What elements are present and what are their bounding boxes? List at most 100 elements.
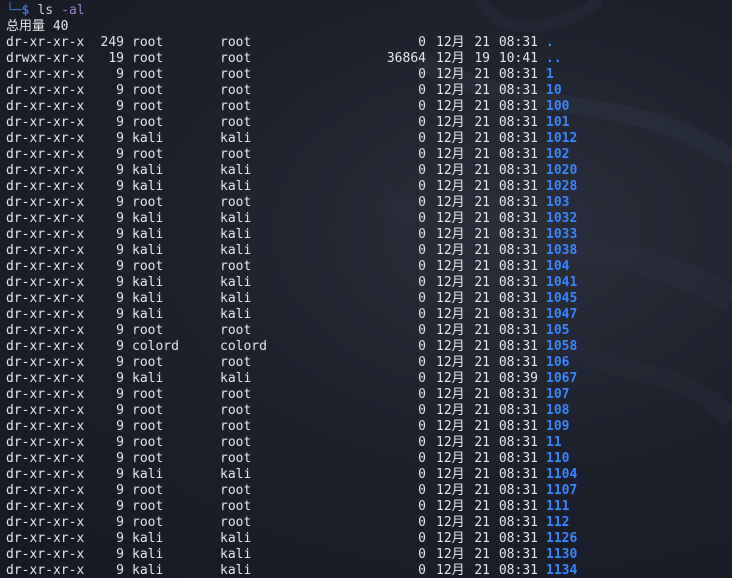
month: 12月 — [436, 99, 465, 114]
time: 08:31 — [498, 307, 538, 322]
group: kali — [220, 211, 252, 226]
entry-name: 1 — [546, 67, 554, 82]
link-count: 19 — [108, 51, 124, 66]
permissions: dr-xr-xr-x — [6, 275, 85, 290]
permissions: dr-xr-xr-x — [6, 195, 85, 210]
listing-row: dr-xr-xr-x 9 kali kali 0 12月 21 08:31 1047 — [6, 307, 732, 323]
month: 12月 — [436, 339, 465, 354]
size: 0 — [418, 515, 426, 530]
size: 0 — [418, 467, 426, 482]
month: 12月 — [436, 275, 465, 290]
link-count: 9 — [116, 435, 124, 450]
time: 08:31 — [498, 483, 538, 498]
owner: root — [132, 499, 164, 514]
group: root — [220, 51, 252, 66]
owner: root — [132, 355, 164, 370]
permissions: dr-xr-xr-x — [6, 499, 85, 514]
link-count: 9 — [116, 403, 124, 418]
month: 12月 — [436, 51, 465, 66]
group: root — [220, 67, 252, 82]
listing-row: dr-xr-xr-x 9 kali kali 0 12月 21 08:31 1033 — [6, 227, 732, 243]
size: 0 — [418, 371, 426, 386]
prompt-line: └─ $ ls -al — [6, 3, 732, 19]
group: root — [220, 35, 252, 50]
permissions: dr-xr-xr-x — [6, 419, 85, 434]
day: 21 — [474, 531, 490, 546]
listing-row: dr-xr-xr-x 9 root root 0 12月 21 08:31 100 — [6, 99, 732, 115]
listing-row: dr-xr-xr-x 9 root root 0 12月 21 08:31 105 — [6, 323, 732, 339]
month: 12月 — [436, 259, 465, 274]
link-count: 9 — [116, 67, 124, 82]
size: 0 — [418, 83, 426, 98]
link-count: 9 — [116, 163, 124, 178]
size: 0 — [418, 211, 426, 226]
entry-name: 111 — [546, 499, 570, 514]
link-count: 9 — [116, 115, 124, 130]
link-count: 9 — [116, 371, 124, 386]
month: 12月 — [436, 547, 465, 562]
time: 08:31 — [498, 259, 538, 274]
command-text: ls — [37, 3, 54, 18]
entry-name: 1032 — [546, 211, 578, 226]
day: 21 — [474, 115, 490, 130]
size: 0 — [418, 547, 426, 562]
day: 21 — [474, 131, 490, 146]
time: 08:31 — [498, 179, 538, 194]
link-count: 9 — [116, 275, 124, 290]
group: kali — [220, 547, 252, 562]
group: kali — [220, 531, 252, 546]
time: 08:31 — [498, 67, 538, 82]
month: 12月 — [436, 531, 465, 546]
day: 21 — [474, 227, 490, 242]
group: root — [220, 259, 252, 274]
month: 12月 — [436, 163, 465, 178]
group: root — [220, 451, 252, 466]
time: 08:31 — [498, 147, 538, 162]
entry-name: 1134 — [546, 563, 578, 578]
group: root — [220, 403, 252, 418]
owner: kali — [132, 163, 164, 178]
size: 0 — [418, 147, 426, 162]
link-count: 9 — [116, 323, 124, 338]
owner: root — [132, 403, 164, 418]
listing-row: dr-xr-xr-x 9 root root 0 12月 21 08:31 108 — [6, 403, 732, 419]
owner: kali — [132, 467, 164, 482]
link-count: 9 — [116, 547, 124, 562]
size: 0 — [418, 99, 426, 114]
owner: kali — [132, 211, 164, 226]
permissions: dr-xr-xr-x — [6, 131, 85, 146]
month: 12月 — [436, 243, 465, 258]
link-count: 9 — [116, 243, 124, 258]
listing-row: dr-xr-xr-x 9 root root 0 12月 21 08:31 101 — [6, 115, 732, 131]
entry-name: 1047 — [546, 307, 578, 322]
day: 21 — [474, 563, 490, 578]
listing-row: dr-xr-xr-x 9 root root 0 12月 21 08:31 1 — [6, 67, 732, 83]
permissions: dr-xr-xr-x — [6, 563, 85, 578]
link-count: 9 — [116, 499, 124, 514]
owner: root — [132, 259, 164, 274]
time: 08:31 — [498, 163, 538, 178]
terminal-window[interactable]: └─ $ ls -al 总用量 40 dr-xr-xr-x 249 root root 0 12… — [0, 0, 732, 578]
time: 10:41 — [498, 51, 538, 66]
month: 12月 — [436, 419, 465, 434]
entry-name: 1045 — [546, 291, 578, 306]
permissions: dr-xr-xr-x — [6, 307, 85, 322]
day: 21 — [474, 195, 490, 210]
permissions: dr-xr-xr-x — [6, 435, 85, 450]
permissions: dr-xr-xr-x — [6, 67, 85, 82]
link-count: 9 — [116, 467, 124, 482]
day: 21 — [474, 467, 490, 482]
day: 21 — [474, 307, 490, 322]
link-count: 9 — [116, 147, 124, 162]
permissions: dr-xr-xr-x — [6, 387, 85, 402]
owner: kali — [132, 275, 164, 290]
group: root — [220, 499, 252, 514]
listing-row: dr-xr-xr-x 9 root root 0 12月 21 08:31 102 — [6, 147, 732, 163]
time: 08:39 — [498, 371, 538, 386]
permissions: dr-xr-xr-x — [6, 291, 85, 306]
month: 12月 — [436, 563, 465, 578]
listing-row: dr-xr-xr-x 9 kali kali 0 12月 21 08:31 1012 — [6, 131, 732, 147]
day: 21 — [474, 275, 490, 290]
owner: kali — [132, 371, 164, 386]
owner: root — [132, 51, 164, 66]
